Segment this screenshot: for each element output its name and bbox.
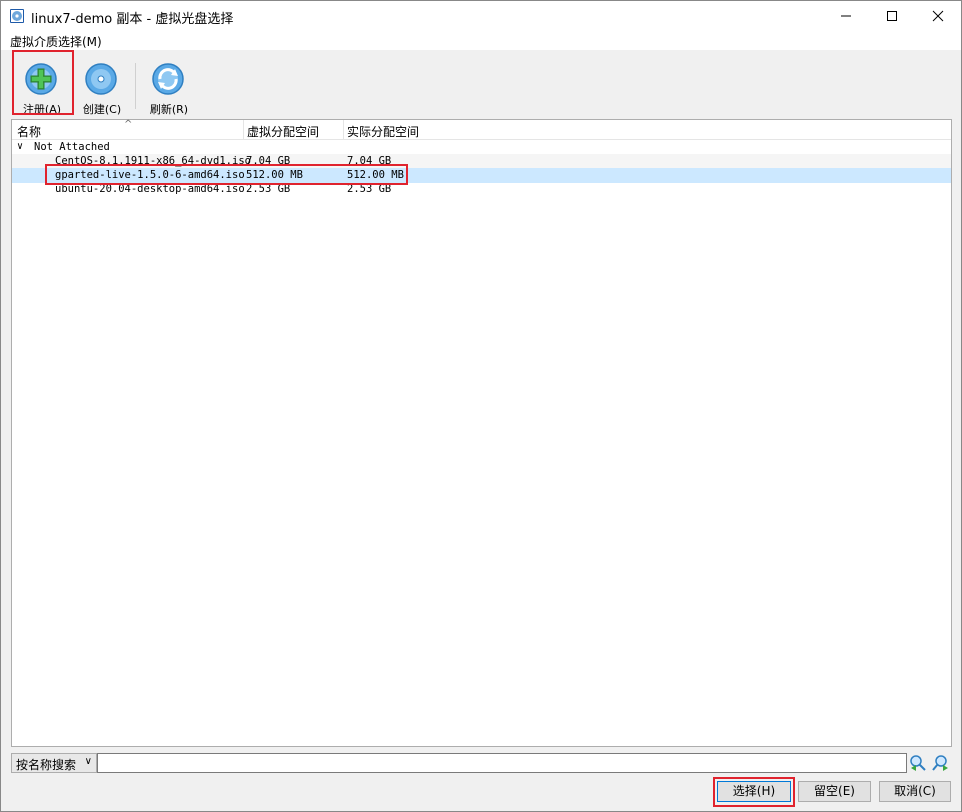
refresh-label: 刷新(R) [149, 103, 189, 116]
refresh-disc-icon [152, 63, 184, 95]
column-divider [343, 120, 344, 140]
virtualbox-disc-icon [10, 9, 24, 23]
list-header: 名称 ^ 虚拟分配空间 实际分配空间 [12, 119, 951, 140]
search-mode-select[interactable]: 按名称搜索 ∨ [11, 753, 97, 773]
column-divider [243, 120, 244, 140]
search-mode-label: 按名称搜索 [16, 758, 77, 772]
sort-ascending-icon: ^ [124, 119, 133, 130]
create-label: 创建(C) [82, 103, 122, 116]
search-next-icon[interactable] [932, 754, 950, 772]
select-button-highlight-box [713, 777, 795, 807]
selected-row-highlight-box [45, 164, 408, 185]
medium-selector-window: linux7-demo 副本 - 虚拟光盘选择 虚拟介质选择(M) 注册(A) [0, 0, 962, 812]
create-button[interactable]: 创建(C) [73, 60, 131, 118]
chevron-down-icon: ∨ [84, 756, 92, 767]
disc-icon [85, 63, 117, 95]
minimize-icon [841, 15, 851, 17]
maximize-button[interactable] [869, 1, 915, 31]
cancel-button[interactable]: 取消(C) [879, 781, 951, 802]
chevron-down-icon[interactable]: ∨ [17, 141, 23, 152]
maximize-icon [887, 11, 897, 21]
title-bar: linux7-demo 副本 - 虚拟光盘选择 [1, 1, 961, 31]
minimize-button[interactable] [823, 1, 869, 31]
group-label: Not Attached [34, 141, 110, 153]
search-input[interactable] [97, 753, 907, 773]
column-header-actual-size[interactable]: 实际分配空间 [347, 123, 419, 140]
column-header-name[interactable]: 名称 [17, 123, 41, 140]
toolbar-separator [135, 63, 136, 109]
window-title: linux7-demo 副本 - 虚拟光盘选择 [31, 12, 234, 27]
search-bar: 按名称搜索 ∨ [11, 753, 951, 773]
refresh-button[interactable]: 刷新(R) [140, 60, 198, 118]
close-icon [932, 10, 944, 22]
medium-list[interactable]: 名称 ^ 虚拟分配空间 实际分配空间 ∨ Not Attached CentOS… [11, 119, 952, 747]
menu-bar: 虚拟介质选择(M) [1, 31, 961, 50]
leave-empty-button[interactable]: 留空(E) [798, 781, 871, 802]
close-button[interactable] [915, 1, 961, 31]
menu-medium-selector[interactable]: 虚拟介质选择(M) [10, 33, 102, 50]
search-previous-icon[interactable] [909, 754, 927, 772]
column-header-virtual-size[interactable]: 虚拟分配空间 [247, 123, 319, 140]
group-row-not-attached[interactable]: ∨ Not Attached [12, 140, 951, 155]
register-highlight-box [12, 50, 74, 115]
